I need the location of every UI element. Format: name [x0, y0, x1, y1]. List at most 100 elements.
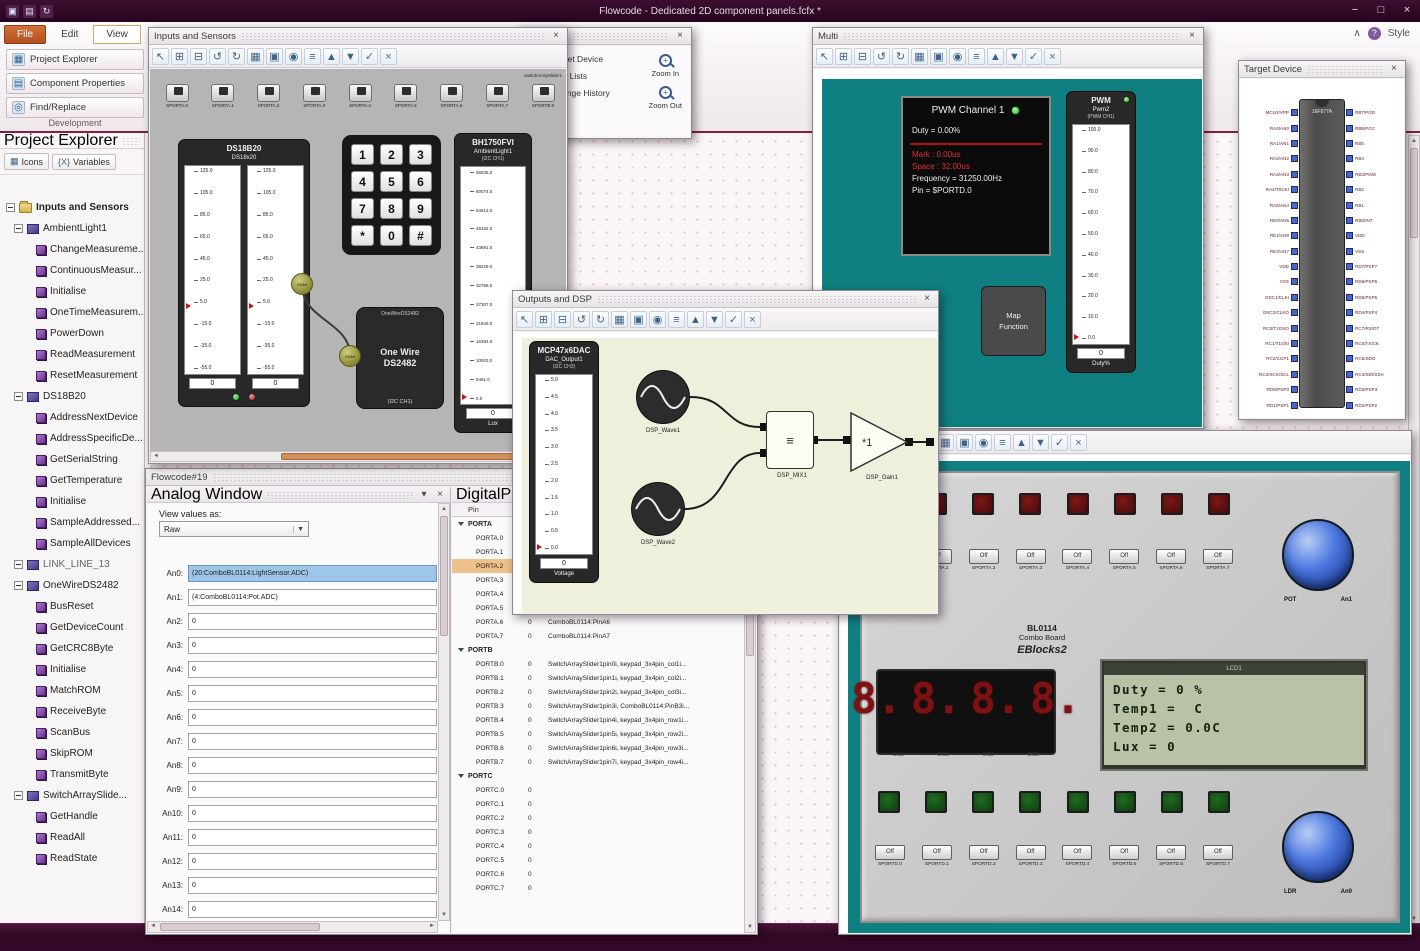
undo-icon[interactable]: ↺	[873, 47, 890, 65]
pin-pad-icon[interactable]	[1291, 124, 1298, 132]
pin-pad-icon[interactable]	[1291, 293, 1298, 301]
red-led-icon[interactable]	[1207, 493, 1230, 515]
onewire-connector[interactable]: 1Wire	[339, 345, 361, 367]
pin-pad-icon[interactable]	[1346, 139, 1353, 147]
panel-titlebar[interactable]: Target Device ×	[1239, 61, 1405, 78]
component-icon[interactable]: ▣	[266, 47, 283, 65]
analog-value-field[interactable]: 0	[188, 780, 437, 798]
tree-macro-row[interactable]: ReadState	[0, 848, 144, 869]
scroll-up-icon[interactable]: ▲	[439, 504, 449, 514]
target-icon[interactable]: ◉	[949, 47, 966, 65]
list-icon[interactable]: ≡	[668, 310, 685, 328]
pin-pad-icon[interactable]	[1291, 232, 1298, 240]
inputs-canvas[interactable]: SPORTA.0 SPORTA.1 SPORTA.2 SPORTA.3 SPOR…	[150, 69, 566, 462]
component-icon[interactable]: ▣	[630, 310, 647, 328]
pin-pad-icon[interactable]	[1346, 293, 1353, 301]
red-led-icon[interactable]	[1113, 493, 1136, 515]
raise-icon[interactable]: ▲	[687, 310, 704, 328]
ribbon-button[interactable]: ◎ Find/Replace	[6, 97, 144, 118]
panel-titlebar[interactable]: Inputs and Sensors ×	[149, 28, 567, 45]
switch-button[interactable]: Off	[1202, 549, 1233, 564]
switch-knob[interactable]	[402, 87, 412, 95]
switch-button[interactable]: Off	[875, 845, 905, 860]
select-tool-icon[interactable]: ↖	[152, 47, 169, 65]
scrollbar-thumb[interactable]	[160, 923, 320, 931]
lower-icon[interactable]: ▼	[342, 47, 359, 65]
list-icon[interactable]: ≡	[304, 47, 321, 65]
keypad-key[interactable]: #	[409, 225, 432, 246]
tree-group-row[interactable]: SwitchArraySlide...	[0, 785, 144, 806]
keypad-key[interactable]: 3	[409, 144, 432, 165]
switch-body[interactable]	[348, 84, 372, 102]
expand-icon[interactable]	[458, 648, 464, 652]
scrollbar-thumb[interactable]	[1410, 148, 1418, 238]
switch-knob[interactable]	[539, 87, 549, 95]
tree-macro-row[interactable]: GetSerialString	[0, 449, 144, 470]
pin-pad-icon[interactable]	[1291, 355, 1298, 363]
pin-pad-icon[interactable]	[1346, 216, 1353, 224]
zoom-button[interactable]: + Zoom In	[649, 54, 682, 78]
grid-icon[interactable]: ▦	[247, 47, 264, 65]
target-icon[interactable]: ◉	[649, 310, 666, 328]
grid-icon[interactable]: ▦	[611, 310, 628, 328]
pin-row[interactable]: PORTB.1 0 SwitchArraySlider1pin1i, keypa…	[452, 671, 743, 685]
pwm-readout-component[interactable]: PWM Channel 1 Duty = 0.00% Mark : 0.00us…	[901, 96, 1051, 256]
list-icon[interactable]: ≡	[968, 47, 985, 65]
pin-row[interactable]: PORTA.7 0 ComboBL0114:PinA7	[452, 629, 743, 643]
temperature-value[interactable]: 0	[252, 378, 299, 389]
switch-button[interactable]: Off	[1015, 845, 1046, 860]
analog-value-field[interactable]: 0	[188, 732, 437, 750]
refresh-icon[interactable]: ↻	[40, 4, 53, 18]
pin-row[interactable]: PORTC.0 0	[452, 783, 743, 797]
tree-macro-row[interactable]: PowerDown	[0, 323, 144, 344]
delete-icon[interactable]: ×	[1044, 47, 1061, 65]
outputs-canvas[interactable]: MCP47x6DAC DAC_Output1 (I2C CH3) 5.0 4.5 4…	[514, 332, 937, 613]
tree-macro-row[interactable]: Initialise	[0, 491, 144, 512]
pin-row[interactable]: PORTC.5 0	[452, 853, 743, 867]
panel-titlebar[interactable]: Outputs and DSP ×	[513, 291, 938, 308]
lower-icon[interactable]: ▼	[706, 310, 723, 328]
scale-pointer[interactable]	[186, 303, 191, 310]
tree-macro-row[interactable]: GetHandle	[0, 806, 144, 827]
zoom-in-icon[interactable]: ⊞	[535, 310, 552, 328]
menu-icon[interactable]: ▾	[418, 488, 430, 502]
pin-pad-icon[interactable]	[1346, 201, 1353, 209]
scale-pointer[interactable]	[249, 303, 254, 310]
collapse-icon[interactable]	[6, 203, 15, 212]
close-icon[interactable]: ×	[434, 488, 446, 502]
close-icon[interactable]: ×	[921, 292, 933, 306]
icons-view-button[interactable]: ▦ Icons	[4, 153, 50, 170]
keypad-key[interactable]: 8	[380, 198, 403, 219]
pin-pad-icon[interactable]	[1346, 370, 1353, 378]
pin-pad-icon[interactable]	[1291, 263, 1298, 271]
pane-header[interactable]: Analog Window ▾ ×	[147, 487, 450, 503]
switch-knob[interactable]	[219, 87, 229, 95]
keypad-key[interactable]: 7	[351, 198, 374, 219]
tree-macro-row[interactable]: GetCRC8Byte	[0, 638, 144, 659]
target-icon[interactable]: ◉	[285, 47, 302, 65]
analog-value-field[interactable]: 0	[188, 636, 437, 654]
switch-knob[interactable]	[493, 87, 503, 95]
red-led-icon[interactable]	[1066, 493, 1089, 515]
switch-knob[interactable]	[356, 87, 366, 95]
redo-icon[interactable]: ↻	[892, 47, 909, 65]
pin-row[interactable]: PORTC.3 0	[452, 825, 743, 839]
minimize-button[interactable]: −	[1342, 1, 1368, 21]
scale-pointer[interactable]	[537, 544, 542, 550]
pin-pad-icon[interactable]	[1346, 355, 1353, 363]
switch-knob[interactable]	[265, 87, 274, 95]
tree-macro-row[interactable]: ReadMeasurement	[0, 344, 144, 365]
pin-pad-icon[interactable]	[1346, 170, 1353, 178]
scroll-up-icon[interactable]: ▲	[1409, 136, 1419, 146]
tree-macro-row[interactable]: BusReset	[0, 596, 144, 617]
keypad-key[interactable]: 2	[380, 144, 403, 165]
tree-macro-row[interactable]: GetTemperature	[0, 470, 144, 491]
analog-value-field[interactable]: 0	[188, 660, 437, 678]
analog-value-field[interactable]: 0	[188, 876, 437, 894]
maximize-button[interactable]: □	[1368, 1, 1394, 21]
pin-row[interactable]: PORTB.0 0 SwitchArraySlider1pin0i, keypa…	[452, 657, 743, 671]
keypad-key[interactable]: 9	[409, 198, 432, 219]
port-group-row[interactable]: PORTB	[452, 643, 743, 657]
close-icon[interactable]: ×	[674, 29, 686, 43]
ldr-knob[interactable]	[1282, 811, 1354, 883]
